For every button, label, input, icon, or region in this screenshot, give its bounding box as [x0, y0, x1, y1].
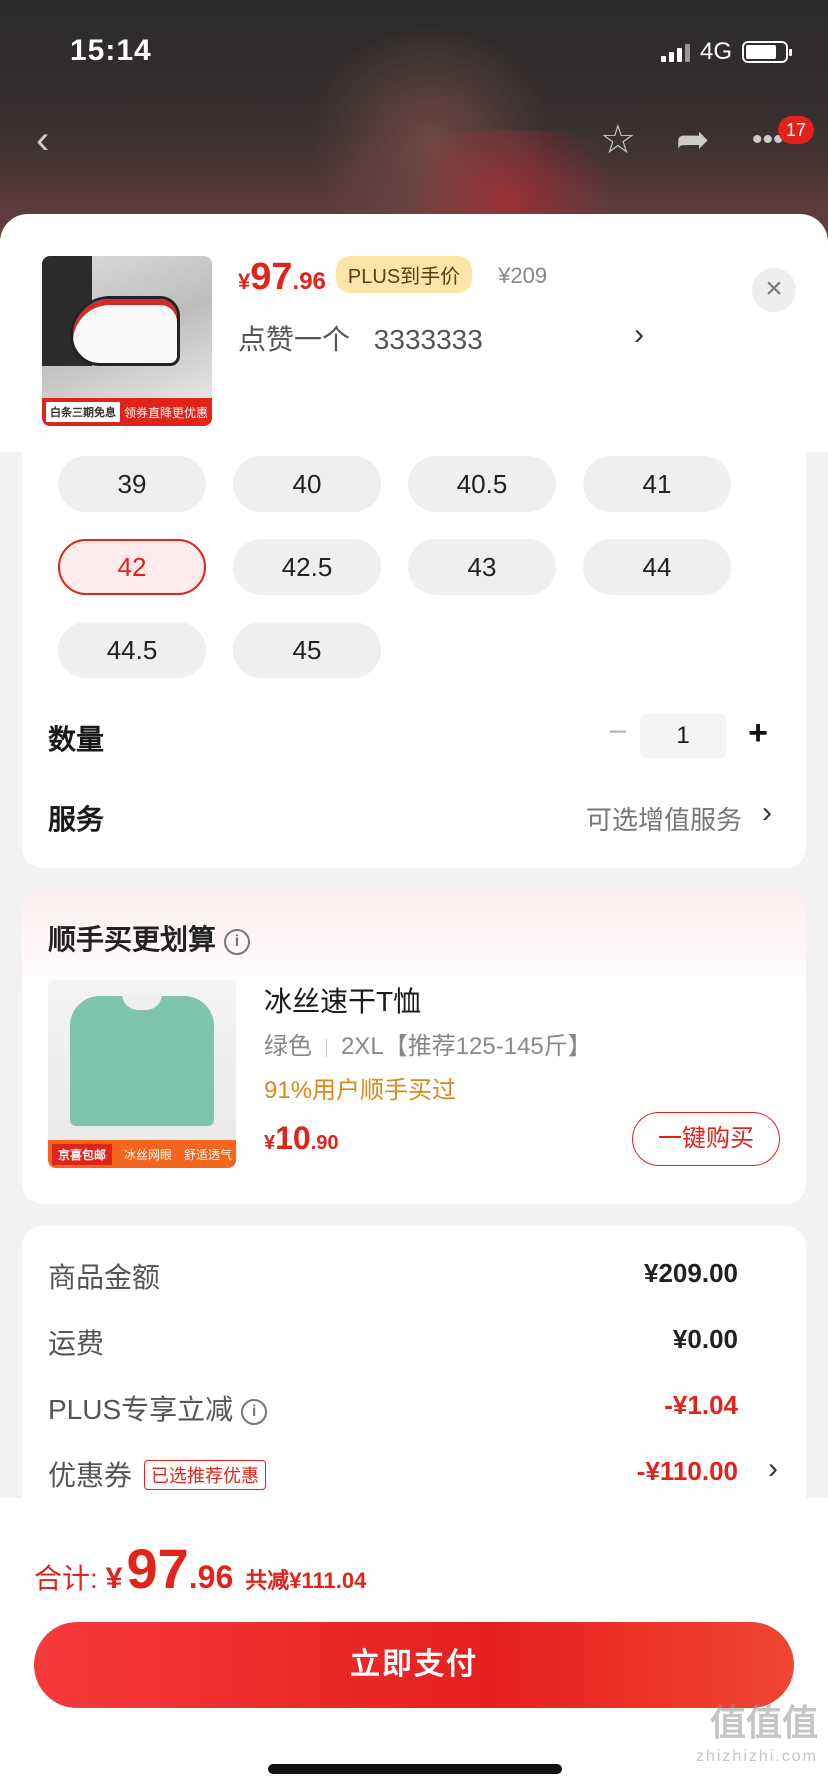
- recommend-price: ¥ 10 .90: [264, 1120, 339, 1157]
- total-currency: ¥: [105, 1562, 123, 1595]
- coupon-chevron-right-icon[interactable]: ›: [768, 1452, 778, 1486]
- watermark: 值值值 zhizhizhi.com: [696, 1694, 818, 1766]
- summary-row-coupon[interactable]: 优惠券 已选推荐优惠 -¥110.00 ›: [48, 1452, 778, 1494]
- network-label: 4G: [699, 38, 732, 65]
- original-price: ¥209: [498, 263, 548, 288]
- checkout-footer: 合计: ¥ 97 .96 共减¥111.04 立即支付 值值值 zhizhizh…: [0, 1498, 828, 1792]
- price-currency: ¥: [238, 269, 251, 294]
- one-click-buy-button[interactable]: 一键购买: [632, 1112, 780, 1166]
- total-amount: 合计: ¥ 97 .96 共减¥111.04: [34, 1536, 366, 1601]
- status-indicators: 4G: [660, 38, 792, 66]
- product-thumbnail: 白条三期免息 领券直降更优惠: [42, 256, 212, 426]
- selected-variant[interactable]: 点赞一个 3333333: [238, 318, 483, 358]
- size-option[interactable]: 45: [233, 622, 381, 678]
- size-option[interactable]: 44: [583, 539, 731, 595]
- info-icon[interactable]: i: [241, 1398, 268, 1425]
- summary-row-plus: PLUS专享立减 i -¥1.04: [48, 1388, 778, 1428]
- service-value[interactable]: 可选增值服务: [586, 800, 742, 837]
- size-option[interactable]: 42.5: [233, 539, 381, 595]
- size-option-selected[interactable]: 42: [58, 539, 206, 595]
- coupon-label: 优惠券 已选推荐优惠: [48, 1454, 267, 1494]
- total-savings: 共减¥111.04: [245, 1568, 367, 1593]
- summary-row-shipping: 运费 ¥0.00: [48, 1322, 778, 1362]
- signal-icon: [660, 42, 690, 62]
- battery-icon: [742, 41, 792, 63]
- plus-discount-label: PLUS专享立减 i: [48, 1388, 268, 1428]
- size-option[interactable]: 40: [233, 456, 381, 512]
- variant-chevron-right-icon[interactable]: ›: [634, 318, 644, 352]
- recommend-title: 顺手买更划算 i: [48, 918, 251, 958]
- size-option[interactable]: 44.5: [58, 622, 206, 678]
- recommend-sales-text: 91%用户顺手买过: [264, 1077, 457, 1104]
- size-option[interactable]: 39: [58, 456, 206, 512]
- shipping-label: 运费: [48, 1328, 105, 1359]
- home-indicator: [268, 1764, 562, 1774]
- status-time: 15:14: [70, 34, 152, 67]
- message-badge: 17: [778, 116, 814, 144]
- recommend-color: 绿色: [264, 1033, 312, 1060]
- product-price: ¥ 97 .96 PLUS到手价 ¥209: [238, 256, 547, 299]
- coupon-value: -¥110.00: [636, 1456, 738, 1486]
- size-option[interactable]: 40.5: [408, 456, 556, 512]
- coupon-label-text: 优惠券: [48, 1460, 133, 1491]
- goods-amount-value: ¥209.00: [644, 1258, 738, 1288]
- service-chevron-right-icon[interactable]: ›: [762, 796, 772, 830]
- quantity-minus-button[interactable]: −: [598, 714, 638, 754]
- info-icon[interactable]: i: [224, 928, 251, 955]
- thumb-band-tag: 京喜包邮: [52, 1143, 113, 1165]
- watermark-main: 值值值: [709, 1702, 818, 1743]
- star-icon[interactable]: ☆: [600, 120, 636, 160]
- recommend-price-integer: 10: [275, 1120, 311, 1156]
- thumb-tag-right: 领券直降更优惠: [124, 405, 209, 420]
- quantity-input[interactable]: 1: [640, 714, 726, 758]
- spec-card: 39 40 40.5 41 42 42.5 43 44 44.5 45 数量 −…: [22, 452, 806, 868]
- quantity-plus-button[interactable]: +: [738, 712, 778, 756]
- plus-discount-value: -¥1.04: [664, 1390, 738, 1420]
- recommend-size: 2XL【推荐125-145斤】: [341, 1033, 592, 1060]
- recommend-spec: 绿色 2XL【推荐125-145斤】: [264, 1026, 592, 1061]
- plus-price-badge: PLUS到手价: [335, 256, 473, 293]
- watermark-sub: zhizhizhi.com: [695, 1748, 818, 1765]
- variant-value: 3333333: [373, 324, 483, 355]
- recommend-price-decimal: .90: [310, 1132, 339, 1154]
- recommend-card: 顺手买更划算 i 京喜包邮 冰丝网眼 舒适透气 冰丝速干T恤 绿色 2XL【推荐12…: [22, 890, 806, 1204]
- recommend-price-currency: ¥: [264, 1132, 276, 1154]
- quantity-label: 数量: [48, 724, 105, 755]
- close-icon[interactable]: ×: [752, 268, 796, 312]
- total-integer: 97: [126, 1537, 189, 1600]
- thumb-tag-left: 白条三期免息: [46, 402, 120, 422]
- size-option[interactable]: 43: [408, 539, 556, 595]
- service-label: 服务: [48, 804, 105, 835]
- coupon-tag: 已选推荐优惠: [144, 1459, 267, 1490]
- size-option[interactable]: 41: [583, 456, 731, 512]
- recommend-thumbnail[interactable]: 京喜包邮 冰丝网眼 舒适透气: [48, 980, 236, 1168]
- shipping-value: ¥0.00: [672, 1324, 738, 1354]
- back-icon[interactable]: ‹: [36, 120, 49, 160]
- price-decimal: .96: [292, 268, 326, 295]
- total-decimal: .96: [188, 1559, 234, 1595]
- recommend-product-name[interactable]: 冰丝速干T恤: [264, 980, 421, 1020]
- price-integer: 97: [250, 256, 293, 298]
- pay-now-button[interactable]: 立即支付: [34, 1622, 794, 1708]
- thumb-band-1: 冰丝网眼: [124, 1147, 173, 1162]
- share-icon[interactable]: ➦: [676, 120, 710, 160]
- goods-amount-label: 商品金额: [48, 1262, 161, 1293]
- summary-row-goods: 商品金额 ¥209.00: [48, 1256, 778, 1296]
- recommend-title-text: 顺手买更划算: [48, 924, 217, 955]
- thumb-band-2: 舒适透气: [184, 1147, 233, 1162]
- status-bar: 15:14 4G: [0, 0, 828, 100]
- variant-label: 点赞一个: [238, 324, 351, 355]
- total-label: 合计:: [34, 1563, 98, 1594]
- plus-discount-label-text: PLUS专享立减: [48, 1394, 234, 1425]
- sku-sheet-header: 白条三期免息 领券直降更优惠 ¥ 97 .96 PLUS到手价 ¥209 点赞一个…: [0, 214, 828, 452]
- price-summary-card: 商品金额 ¥209.00 运费 ¥0.00 PLUS专享立减 i -¥1.04 优…: [22, 1226, 806, 1526]
- nav-bar: ‹ ☆ ➦ •••: [0, 110, 828, 180]
